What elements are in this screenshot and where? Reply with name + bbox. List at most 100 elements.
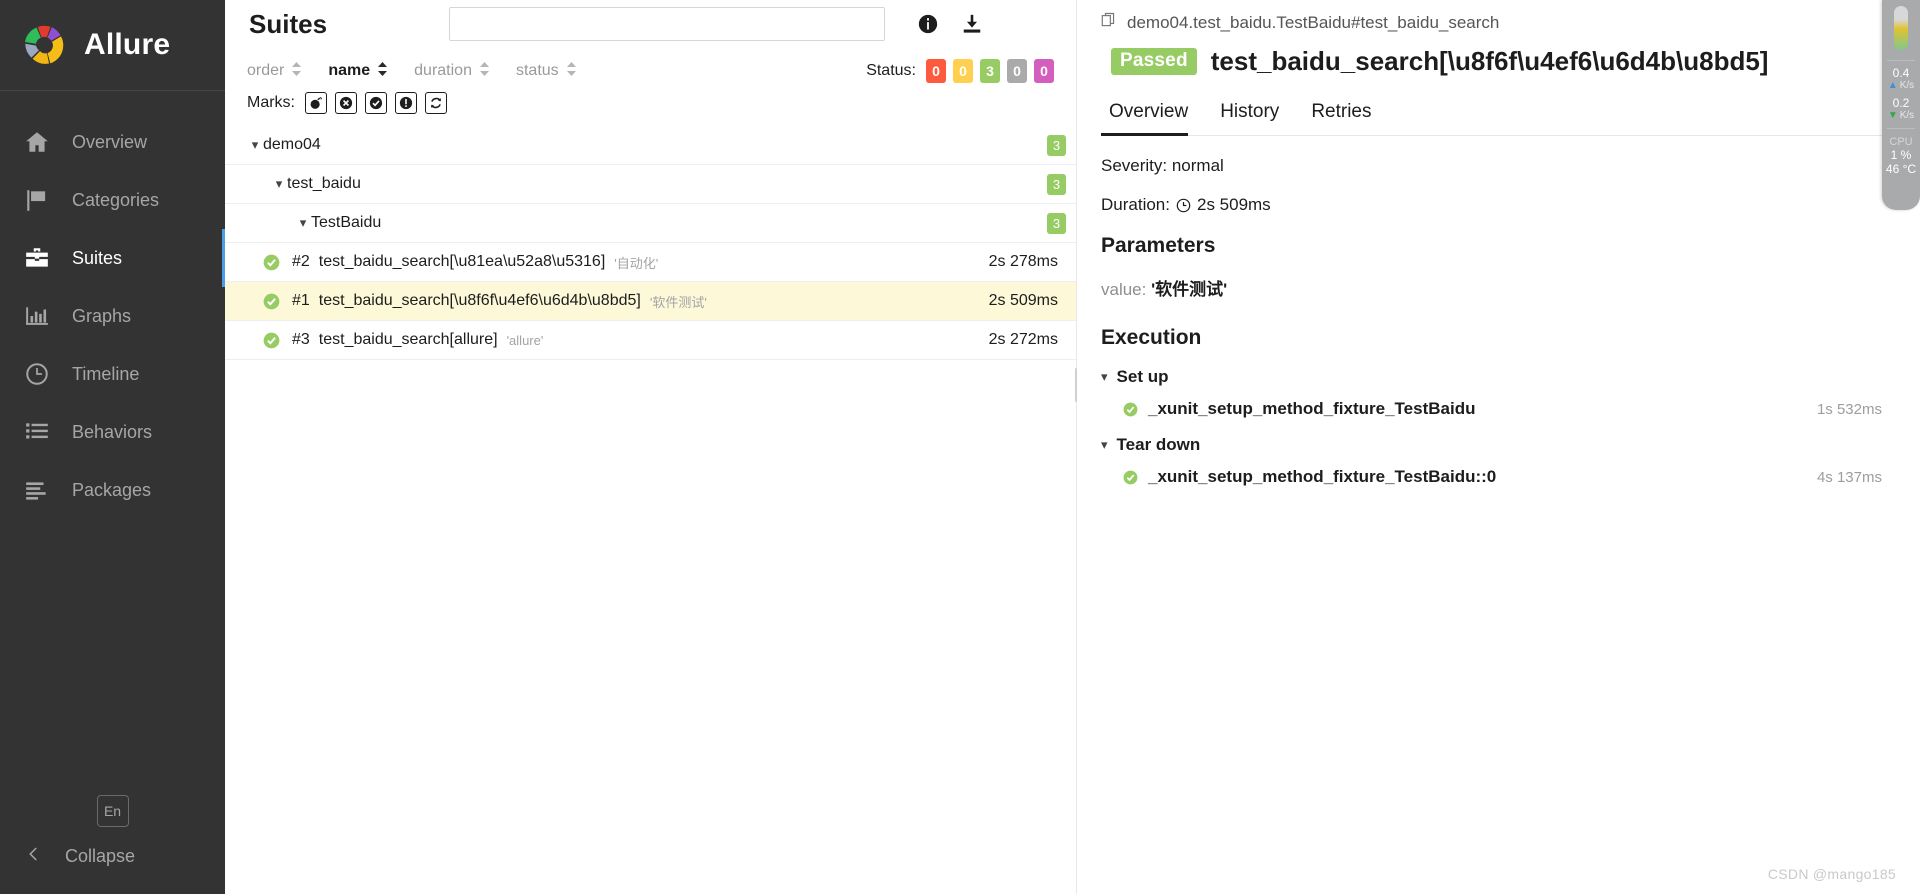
sidebar-item-label: Overview xyxy=(72,131,148,152)
marks-label: Marks: xyxy=(247,94,295,111)
status-passed-icon xyxy=(1123,470,1138,485)
tree-node-count: 3 xyxy=(1047,212,1066,234)
execution-group-setup[interactable]: ▾ Set up xyxy=(1101,367,1920,387)
suites-header: Suites xyxy=(225,0,1076,48)
sort-arrows-icon xyxy=(479,61,490,82)
info-icon[interactable] xyxy=(917,13,939,35)
chevron-left-icon xyxy=(25,845,43,868)
header-actions xyxy=(917,13,983,35)
detail-tabs: Overview History Retries xyxy=(1101,97,1888,136)
chevron-down-icon: ▾ xyxy=(275,176,283,191)
status-badge-unknown[interactable]: 0 xyxy=(1034,59,1054,83)
breadcrumb[interactable]: demo04.test_baidu.TestBaidu#test_baidu_s… xyxy=(1077,0,1920,34)
test-case-order: #1 xyxy=(292,292,310,309)
page-title: Suites xyxy=(249,8,328,39)
collapse-button[interactable]: Collapse xyxy=(0,845,225,868)
sidebar-item-packages[interactable]: Packages xyxy=(0,461,225,519)
briefcase-icon xyxy=(22,243,52,273)
test-case-row[interactable]: #2 test_baidu_search[\u81ea\u52a8\u5316]… xyxy=(225,243,1076,282)
sidebar-footer: En Collapse xyxy=(0,795,225,894)
status-badge-broken[interactable]: 0 xyxy=(953,59,973,83)
tab-overview[interactable]: Overview xyxy=(1101,97,1204,136)
sidebar-item-categories[interactable]: Categories xyxy=(0,171,225,229)
divider xyxy=(1887,60,1915,61)
marks-row: Marks: xyxy=(247,86,1076,120)
sort-arrows-icon xyxy=(377,61,388,82)
sidebar-item-label: Suites xyxy=(72,247,123,268)
clock-icon xyxy=(22,359,52,389)
status-badge-skipped[interactable]: 0 xyxy=(1007,59,1027,83)
severity-row: Severity: normal xyxy=(1101,156,1920,176)
upload-speed-unit: ▲ K/s xyxy=(1888,80,1914,92)
tree-node-test-baidu[interactable]: ▾ test_baidu 3 xyxy=(225,165,1076,204)
refresh-icon[interactable] xyxy=(425,92,447,114)
cpu-label: CPU xyxy=(1889,136,1913,148)
detail-title-row: Passed test_baidu_search[\u8f6f\u4ef6\u6… xyxy=(1077,34,1920,77)
sort-by-order[interactable]: order xyxy=(247,61,302,82)
sidebar-nav: Overview Categories Suites Graphs Timeli… xyxy=(0,91,226,519)
status-filter-label: Status: xyxy=(866,62,916,79)
test-detail-panel: demo04.test_baidu.TestBaidu#test_baidu_s… xyxy=(1077,0,1920,894)
sidebar-item-label: Timeline xyxy=(72,363,140,384)
execution-step[interactable]: _xunit_setup_method_fixture_TestBaidu 1s… xyxy=(1123,399,1920,419)
sidebar: Allure Overview Categories Suites Graphs… xyxy=(0,0,226,894)
sort-by-name[interactable]: name xyxy=(328,61,388,82)
execution-step[interactable]: _xunit_setup_method_fixture_TestBaidu::0… xyxy=(1123,467,1920,487)
sidebar-item-suites[interactable]: Suites xyxy=(0,229,226,287)
allure-logo-icon xyxy=(18,19,70,71)
sidebar-item-overview[interactable]: Overview xyxy=(0,113,225,171)
tree-node-count: 3 xyxy=(1047,173,1066,195)
tab-retries[interactable]: Retries xyxy=(1295,97,1387,135)
check-circle-icon[interactable] xyxy=(365,92,387,114)
brand-name: Allure xyxy=(84,28,171,61)
brand[interactable]: Allure xyxy=(0,0,225,90)
language-switcher[interactable]: En xyxy=(96,795,129,827)
status-badge-passed[interactable]: 3 xyxy=(980,59,1000,83)
bomb-icon[interactable] xyxy=(305,92,327,114)
sort-arrows-icon xyxy=(291,61,302,82)
system-monitor-widget[interactable]: 0.4 ▲ K/s 0.2 ▼ K/s CPU 1 % 46 °C xyxy=(1882,0,1920,210)
search-input[interactable] xyxy=(449,7,885,41)
test-case-duration: 2s 509ms xyxy=(988,292,1058,309)
times-circle-icon[interactable] xyxy=(335,92,357,114)
sort-row: order name duration status Status: 0 0 3… xyxy=(247,56,1076,86)
chevron-down-icon: ▾ xyxy=(299,215,307,230)
allure-report-app: Allure Overview Categories Suites Graphs… xyxy=(0,0,1920,894)
test-case-name: test_baidu_search[allure] xyxy=(318,331,498,348)
upload-unit-label: K/s xyxy=(1899,80,1915,91)
copy-icon[interactable] xyxy=(1101,12,1118,34)
test-case-row[interactable]: #3 test_baidu_search[allure] 'allure' 2s… xyxy=(225,321,1076,360)
arrow-up-icon: ▲ xyxy=(1887,80,1898,91)
tree-node-testbaidu[interactable]: ▾ TestBaidu 3 xyxy=(225,204,1076,243)
status-badge-failed[interactable]: 0 xyxy=(926,59,946,83)
sidebar-item-graphs[interactable]: Graphs xyxy=(0,287,225,345)
execution-step-duration: 1s 532ms xyxy=(1816,400,1882,418)
download-icon[interactable] xyxy=(961,13,983,35)
sort-label: order xyxy=(247,62,285,79)
download-speed-value: 0.2 xyxy=(1892,96,1910,110)
tab-history[interactable]: History xyxy=(1204,97,1295,135)
parameter-key: value: xyxy=(1101,280,1147,299)
sort-by-duration[interactable]: duration xyxy=(414,61,490,82)
tree-node-demo04[interactable]: ▾ demo04 3 xyxy=(225,126,1076,165)
tree-node-label: TestBaidu xyxy=(311,214,382,231)
test-case-tag: 'allure' xyxy=(506,332,544,348)
status-filter-group: Status: 0 0 3 0 0 xyxy=(866,59,1054,83)
sidebar-item-label: Graphs xyxy=(72,305,132,326)
test-case-row[interactable]: #1 test_baidu_search[\u8f6f\u4ef6\u6d4b\… xyxy=(225,282,1076,321)
sidebar-item-label: Behaviors xyxy=(72,421,153,442)
sort-by-status[interactable]: status xyxy=(516,61,577,82)
parameters-heading: Parameters xyxy=(1101,234,1216,257)
exclamation-circle-icon[interactable] xyxy=(395,92,417,114)
execution-group-teardown[interactable]: ▾ Tear down xyxy=(1101,435,1920,455)
collapse-label: Collapse xyxy=(65,846,136,866)
sidebar-item-timeline[interactable]: Timeline xyxy=(0,345,225,403)
suites-panel: Suites order name duration status Status… xyxy=(225,0,1077,894)
download-unit-label: K/s xyxy=(1899,110,1915,121)
list-icon xyxy=(22,417,52,447)
test-case-duration: 2s 272ms xyxy=(988,331,1058,348)
execution-group-label: Set up xyxy=(1116,367,1169,386)
overview-pane: Severity: normal Duration: 2s 509ms Para… xyxy=(1077,136,1920,487)
watermark: CSDN @mango185 xyxy=(1767,866,1896,882)
sidebar-item-behaviors[interactable]: Behaviors xyxy=(0,403,225,461)
